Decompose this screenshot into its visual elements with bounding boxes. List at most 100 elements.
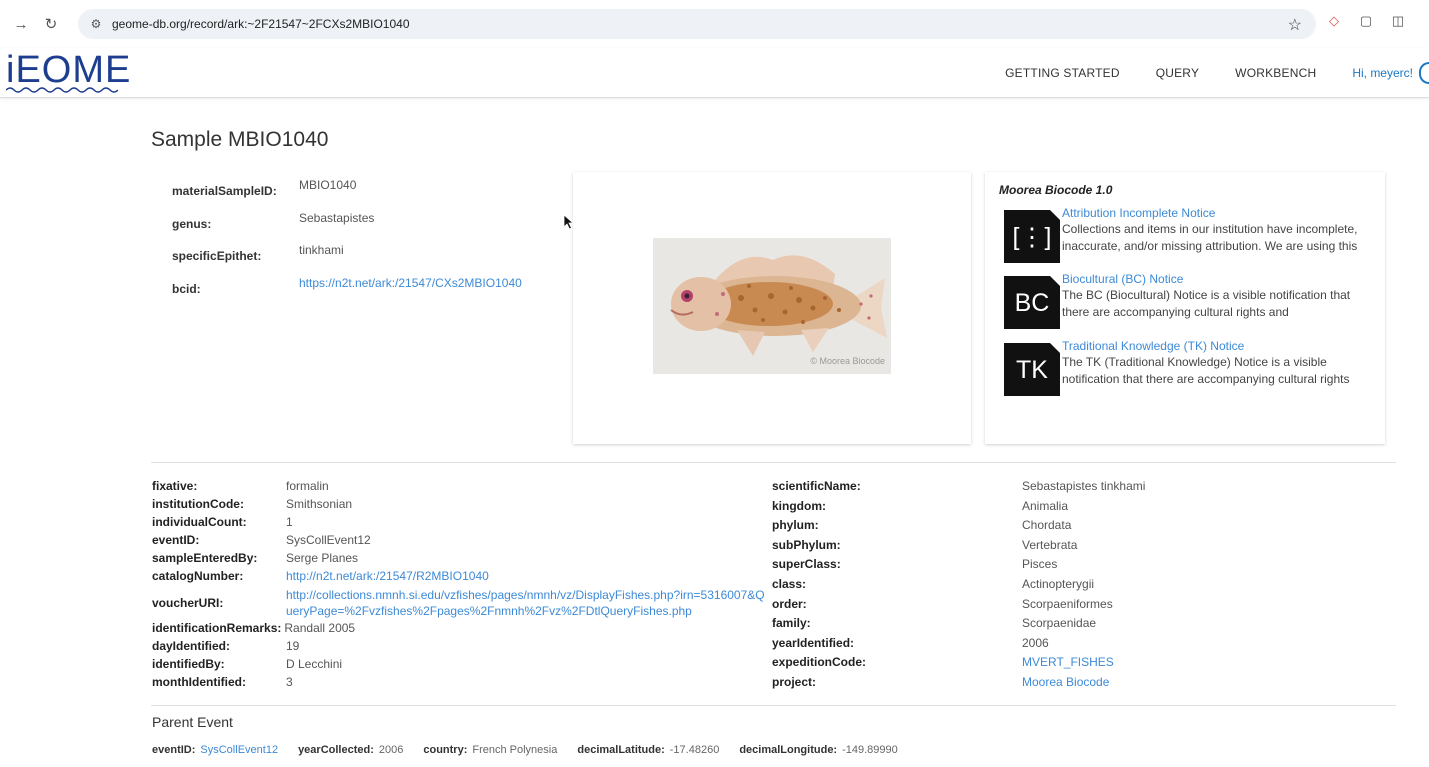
detail-label: family:: [772, 616, 811, 631]
detail-value: Serge Planes: [286, 551, 359, 565]
detail-value: Sebastapistes tinkhami: [1022, 479, 1146, 493]
notice-link[interactable]: Attribution Incomplete Notice: [1062, 205, 1374, 221]
forward-icon[interactable]: →: [10, 13, 32, 35]
section-divider: [151, 462, 1396, 463]
detail-value: 19: [286, 639, 300, 653]
detail-row: fixative: formalin: [152, 479, 766, 497]
parent-value: -17.48260: [669, 744, 720, 756]
puzzle-icon[interactable]: ◫: [1389, 12, 1407, 30]
parent-field: decimalLongitude: -149.89990: [739, 744, 897, 756]
extension-icon[interactable]: ◇: [1325, 12, 1343, 30]
parent-label: yearCollected:: [298, 744, 374, 756]
detail-value: 2006: [1022, 635, 1049, 650]
url-text[interactable]: geome-db.org/record/ark:~2F21547~2FCXs2M…: [112, 17, 410, 31]
detail-row: eventID: SysCollEvent12: [152, 533, 766, 551]
details-left-column: fixative: formalin institutionCode: Smiths…: [152, 479, 766, 693]
detail-row: superClass: Pisces: [772, 557, 1145, 577]
field-row: specificEpithet: tinkhami: [172, 243, 522, 276]
detail-label: catalogNumber:: [152, 569, 244, 583]
detail-row: subPhylum: Vertebrata: [772, 538, 1145, 558]
reading-list-icon[interactable]: ▢: [1357, 12, 1375, 30]
notice-link[interactable]: Biocultural (BC) Notice: [1062, 271, 1374, 287]
details-right-column: scientificName: Sebastapistes tinkhami ki…: [772, 479, 1145, 695]
parent-label: decimalLongitude:: [739, 744, 838, 756]
field-label: materialSampleID:: [172, 184, 277, 198]
notices-project-title: Moorea Biocode 1.0: [999, 183, 1113, 197]
parent-value: French Polynesia: [472, 744, 558, 756]
voucher-uri-link[interactable]: http://collections.nmnh.si.edu/vzfishes/…: [286, 588, 766, 619]
logo-text: iEOME: [6, 49, 132, 91]
detail-row: kingdom: Animalia: [772, 499, 1145, 519]
expedition-code-link[interactable]: MVERT_FISHES: [1022, 655, 1114, 675]
geome-logo[interactable]: iEOME: [6, 49, 132, 96]
bcid-link[interactable]: https://n2t.net/ark:/21547/CXs2MBIO1040: [299, 276, 522, 290]
detail-label: kingdom:: [772, 498, 826, 513]
detail-label: order:: [772, 596, 807, 611]
section-divider: [151, 705, 1396, 706]
detail-row: class: Actinopterygii: [772, 577, 1145, 597]
reload-icon[interactable]: ↻: [40, 13, 62, 35]
detail-label: yearIdentified:: [772, 635, 855, 650]
detail-label: institutionCode:: [152, 497, 244, 511]
project-link[interactable]: Moorea Biocode: [1022, 675, 1109, 695]
tk-notice-icon: TK: [1004, 343, 1060, 396]
field-row: genus: Sebastapistes: [172, 211, 522, 244]
detail-label: superClass:: [772, 557, 841, 572]
detail-row: expeditionCode: MVERT_FISHES: [772, 655, 1145, 675]
detail-value: Scorpaeniformes: [1022, 596, 1113, 611]
field-value: Sebastapistes: [299, 210, 375, 225]
detail-row: voucherURI: http://collections.nmnh.si.ed…: [152, 587, 766, 621]
detail-value: Chordata: [1022, 518, 1072, 533]
detail-value: Randall 2005: [284, 621, 356, 635]
field-label: specificEpithet:: [172, 249, 262, 263]
detail-row: institutionCode: Smithsonian: [152, 497, 766, 515]
fish-photo[interactable]: © Moorea Biocode: [653, 238, 891, 374]
detail-label: eventID:: [152, 533, 200, 547]
detail-row: individualCount: 1: [152, 515, 766, 533]
parent-label: eventID:: [152, 744, 196, 756]
detail-label: phylum:: [772, 518, 819, 533]
catalog-number-link[interactable]: http://n2t.net/ark:/21547/R2MBIO1040: [286, 569, 489, 587]
detail-label: scientificName:: [772, 479, 861, 493]
detail-label: voucherURI:: [152, 596, 224, 611]
fish-illustration: [653, 238, 891, 374]
detail-value: Vertebrata: [1022, 537, 1078, 552]
detail-label: expeditionCode:: [772, 655, 867, 670]
user-menu[interactable]: Hi, meyerc!: [1352, 66, 1413, 80]
nav-getting-started[interactable]: GETTING STARTED: [1005, 66, 1120, 80]
detail-label: individualCount:: [152, 515, 247, 529]
notice-link[interactable]: Traditional Knowledge (TK) Notice: [1062, 338, 1374, 354]
detail-label: identificationRemarks:: [152, 621, 282, 635]
detail-value: formalin: [286, 479, 329, 493]
detail-label: identifiedBy:: [152, 657, 225, 671]
detail-label: subPhylum:: [772, 537, 841, 552]
mouse-cursor-icon: [563, 214, 575, 230]
avatar[interactable]: [1419, 62, 1429, 84]
notice-description: Collections and items in our institution…: [1062, 222, 1358, 253]
detail-row: family: Scorpaenidae: [772, 616, 1145, 636]
address-bar[interactable]: ⚙ geome-db.org/record/ark:~2F21547~2FCXs…: [78, 9, 1316, 39]
parent-field: eventID: SysCollEvent12: [152, 744, 278, 756]
detail-row: dayIdentified: 19: [152, 639, 766, 657]
field-row: bcid: https://n2t.net/ark:/21547/CXs2MBI…: [172, 276, 522, 309]
browser-toolbar: → ↻ ⚙ geome-db.org/record/ark:~2F21547~2…: [0, 0, 1429, 48]
nav-workbench[interactable]: WORKBENCH: [1235, 66, 1316, 80]
photo-credit: © Moorea Biocode: [810, 356, 885, 366]
parent-field: yearCollected: 2006: [298, 744, 403, 756]
site-settings-icon[interactable]: ⚙: [88, 16, 104, 32]
nav-query[interactable]: QUERY: [1156, 66, 1199, 80]
parent-event-link[interactable]: SysCollEvent12: [200, 744, 278, 756]
detail-row: phylum: Chordata: [772, 518, 1145, 538]
detail-label: dayIdentified:: [152, 639, 231, 653]
notice-attribution: [⋮] Attribution Incomplete Notice Collec…: [1004, 205, 1374, 263]
detail-value: 1: [286, 515, 293, 529]
bc-notice-icon: BC: [1004, 276, 1060, 329]
extensions-area: ◇ ▢ ◫: [1325, 12, 1407, 30]
logo-wave-icon: [6, 87, 118, 93]
detail-label: project:: [772, 674, 817, 689]
detail-value: Smithsonian: [286, 497, 353, 511]
detail-label: monthIdentified:: [152, 675, 246, 689]
detail-value: D Lecchini: [286, 657, 343, 671]
bookmark-star-icon[interactable]: ☆: [1288, 15, 1302, 35]
field-row: materialSampleID: MBIO1040: [172, 178, 522, 211]
